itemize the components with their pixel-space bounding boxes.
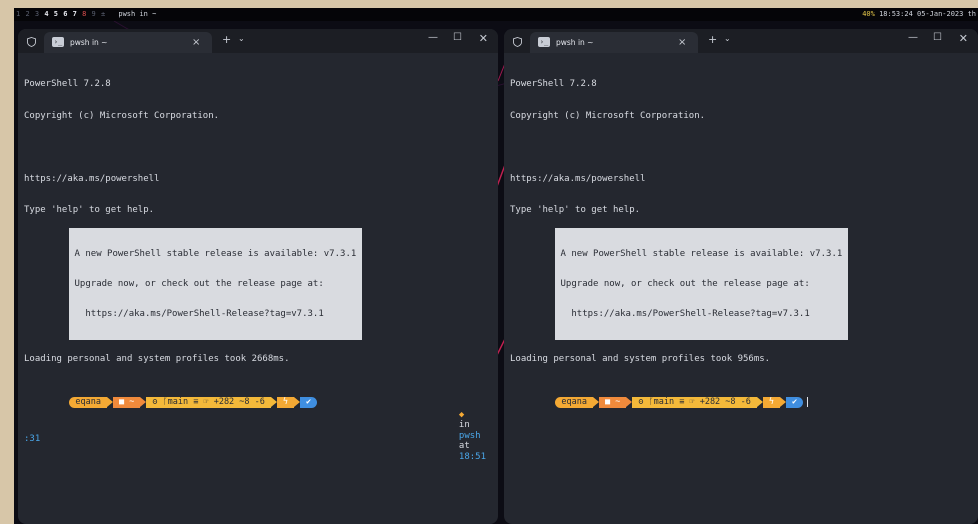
- output-line: Type 'help' to get help.: [24, 205, 155, 215]
- minimize-button[interactable]: —: [908, 32, 918, 43]
- title-bar: ›_ pwsh in ~ × + ⌄ — ☐ ✕: [504, 29, 978, 53]
- workspace-5[interactable]: 5: [54, 8, 58, 21]
- output-line: https://aka.ms/powershell: [24, 173, 160, 184]
- text-cursor: [807, 396, 809, 407]
- maximize-button[interactable]: ☐: [453, 32, 462, 43]
- shield-icon: [513, 37, 522, 47]
- prompt-path: ■ ~: [112, 396, 141, 408]
- profile-load-time: Loading personal and system profiles too…: [510, 353, 771, 364]
- close-button[interactable]: ✕: [479, 32, 488, 45]
- notice-line: Upgrade now, or check out the release pa…: [560, 279, 810, 289]
- right-prompt: ◆ in pwsh at 18:51: [405, 399, 486, 473]
- new-tab-button[interactable]: +: [222, 33, 231, 46]
- prompt-git: ʘ ᚴmain ≡ ☞ +282 ~8 -6: [146, 396, 271, 408]
- desktop: 1 2 3 4 5 6 7 8 9 ± pwsh in ~ 40% 18:53:…: [14, 8, 978, 524]
- prompt: eqana ■ ~ ʘ ᚴmain ≡ ☞ +282 ~8 -6 ϟ ✔ ◆ in pw…: [24, 386, 494, 462]
- tab-title: pwsh in ~: [556, 38, 594, 47]
- output-line: Type 'help' to get help.: [510, 205, 641, 215]
- maximize-button[interactable]: ☐: [933, 32, 942, 43]
- shield-icon: [27, 37, 36, 47]
- close-button[interactable]: ✕: [959, 32, 968, 45]
- title-bar: ›_ pwsh in ~ × + ⌄ — ☐ ✕: [18, 29, 498, 53]
- prompt: eqana ■ ~ ʘ ᚴmain ≡ ☞ +282 ~8 -6 ϟ ✔: [510, 386, 974, 408]
- workspace-1[interactable]: 1: [16, 8, 20, 21]
- workspace-list: 1 2 3 4 5 6 7 8 9 ± pwsh in ~: [16, 8, 156, 21]
- prompt-exec-icon: ϟ: [762, 396, 781, 408]
- rprompt-time: 18:51: [458, 451, 486, 462]
- workspace-4[interactable]: 4: [44, 8, 48, 21]
- output-line: PowerShell 7.2.8: [510, 79, 597, 89]
- minimize-button[interactable]: —: [428, 32, 438, 43]
- diamond-icon: ◆: [458, 409, 465, 420]
- output-line: https://aka.ms/powershell: [510, 173, 646, 184]
- prompt-user: eqana: [69, 396, 107, 408]
- prompt-user: eqana: [555, 396, 593, 408]
- tab-close-button[interactable]: ×: [192, 32, 200, 53]
- profile-dropdown-icon[interactable]: ⌄: [724, 34, 731, 43]
- output-line: Copyright (c) Microsoft Corporation.: [24, 110, 220, 121]
- workspace-8[interactable]: 8: [82, 8, 86, 21]
- workspace-3[interactable]: 3: [35, 8, 39, 21]
- terminal-output[interactable]: PowerShell 7.2.8 Copyright (c) Microsoft…: [24, 58, 494, 466]
- notice-line: https://aka.ms/PowerShell-Release?tag=v7…: [560, 309, 810, 319]
- notice-line: A new PowerShell stable release is avail…: [74, 249, 357, 259]
- workspace-9[interactable]: 9: [92, 8, 96, 21]
- notice-line: Upgrade now, or check out the release pa…: [74, 279, 324, 289]
- prompt-path: ■ ~: [598, 396, 627, 408]
- prompt-exec-icon: ϟ: [276, 396, 295, 408]
- status-bar: 1 2 3 4 5 6 7 8 9 ± pwsh in ~ 40% 18:53:…: [14, 8, 978, 21]
- notice-line: https://aka.ms/PowerShell-Release?tag=v7…: [74, 309, 324, 319]
- clock: 18:53:24 05-Jan-2023 th: [879, 10, 976, 18]
- terminal-window-left[interactable]: ›_ pwsh in ~ × + ⌄ — ☐ ✕ PowerShell 7.2.…: [18, 29, 498, 524]
- workspace-2[interactable]: 2: [25, 8, 29, 21]
- profile-dropdown-icon[interactable]: ⌄: [238, 34, 245, 43]
- tab-close-button[interactable]: ×: [678, 32, 686, 53]
- terminal-window-right[interactable]: ›_ pwsh in ~ × + ⌄ — ☐ ✕ PowerShell 7.2.…: [504, 29, 978, 524]
- profile-load-time: Loading personal and system profiles too…: [24, 353, 290, 364]
- update-notice: A new PowerShell stable release is avail…: [554, 228, 849, 340]
- powershell-icon: ›_: [538, 37, 550, 47]
- prompt-git: ʘ ᚴmain ≡ ☞ +282 ~8 -6: [632, 396, 757, 408]
- tab-title: pwsh in ~: [70, 38, 108, 47]
- rprompt-in: in: [458, 420, 470, 430]
- battery-indicator: 40%: [862, 10, 875, 18]
- workspace-6[interactable]: 6: [63, 8, 67, 21]
- prompt-status-icon: ✔: [786, 396, 804, 408]
- output-line: Copyright (c) Microsoft Corporation.: [510, 110, 706, 121]
- output-line: PowerShell 7.2.8: [24, 79, 111, 89]
- tab-pwsh[interactable]: ›_ pwsh in ~ ×: [530, 32, 698, 53]
- prompt-status-icon: ✔: [300, 396, 318, 408]
- tab-pwsh[interactable]: ›_ pwsh in ~ ×: [44, 32, 212, 53]
- notice-line: A new PowerShell stable release is avail…: [560, 249, 843, 259]
- powershell-icon: ›_: [52, 37, 64, 47]
- focused-window-title: pwsh in ~: [118, 10, 157, 18]
- terminal-output[interactable]: PowerShell 7.2.8 Copyright (c) Microsoft…: [510, 58, 974, 419]
- new-tab-button[interactable]: +: [708, 33, 717, 46]
- update-notice: A new PowerShell stable release is avail…: [68, 228, 363, 340]
- workspace-extra[interactable]: ±: [101, 8, 105, 21]
- workspace-7[interactable]: 7: [73, 8, 77, 21]
- rprompt-at: at: [458, 441, 470, 451]
- rprompt-shell: pwsh: [458, 430, 481, 441]
- status-right: 40% 18:53:24 05-Jan-2023 th: [862, 8, 976, 21]
